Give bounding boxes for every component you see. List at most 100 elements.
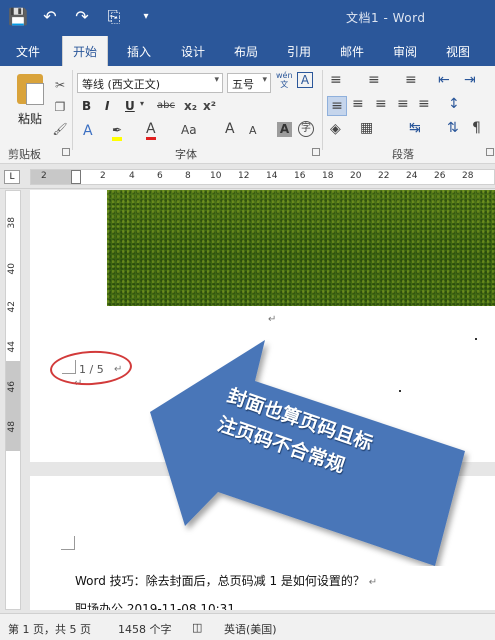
decrease-indent-icon[interactable]: ⇤ [438, 72, 450, 88]
change-case-button[interactable]: Aa [181, 123, 197, 137]
tab-home[interactable]: 开始 [62, 36, 109, 67]
tab-selector[interactable]: L [4, 170, 20, 184]
text-effects-icon[interactable]: A [83, 123, 93, 139]
ruler-tick: 14 [266, 171, 278, 181]
copy-icon[interactable]: ❐ [50, 96, 70, 118]
align-right-icon[interactable]: ≡ [375, 96, 387, 112]
line-spacing-icon[interactable]: ↕ [448, 96, 460, 112]
italic-button[interactable]: I [105, 99, 109, 113]
clipboard-launcher-icon[interactable] [62, 148, 70, 156]
document-canvas[interactable]: ↵ 1 / 5 ↵ ↵ 封面也算页码且标 注页码不合常规 Word 技巧：除去封… [30, 190, 495, 610]
proofing-icon[interactable]: ◫ [192, 621, 202, 634]
font-color-icon[interactable]: A [146, 122, 156, 140]
ribbon-tabs: 文件 开始 插入 设计 布局 引用 邮件 审阅 视图 [0, 36, 495, 67]
word-count-status[interactable]: 1458 个字 [118, 621, 172, 637]
increase-indent-icon[interactable]: ⇥ [464, 72, 476, 88]
clipboard-group-label: 剪贴板 [8, 148, 41, 161]
print-preview-icon[interactable]: ⎘ [104, 6, 124, 28]
numbering-icon[interactable]: ≡ [368, 72, 380, 88]
paragraph-mark: ↵ [268, 314, 277, 325]
customize-icon[interactable]: ▾ [136, 6, 156, 28]
ruler-tick: 28 [462, 171, 474, 181]
group-divider [72, 70, 73, 150]
chevron-down-icon[interactable]: ▾ [140, 99, 144, 108]
font-launcher-icon[interactable] [312, 148, 320, 156]
bottom-margin-area [6, 361, 20, 451]
sort-icon[interactable]: ⇅ [447, 120, 459, 136]
ruler-tick: 6 [157, 171, 163, 181]
align-center-icon[interactable]: ≡ [352, 96, 364, 112]
undo-icon[interactable]: ↶ [40, 6, 60, 28]
indent-marker[interactable] [71, 170, 81, 184]
body-line-2-text: 职场办公 2019-11-08 10:31 [75, 602, 235, 610]
bold-button[interactable]: B [82, 99, 91, 113]
ruler-tick: 42 [7, 301, 17, 313]
grow-font-button[interactable]: A [225, 121, 235, 137]
character-border-button[interactable]: A [297, 72, 313, 88]
chevron-down-icon: ▾ [262, 75, 267, 85]
character-shading-icon[interactable]: A [277, 122, 292, 137]
cover-image [107, 190, 495, 306]
tab-insert[interactable]: 插入 [127, 43, 151, 60]
highlight-icon[interactable]: ✒ [112, 123, 123, 141]
window-title: 文档1 - Word [346, 11, 426, 25]
ruler-tick: 22 [378, 171, 390, 181]
phonetic-guide-button[interactable]: wén 文 [276, 71, 293, 89]
body-line-2[interactable]: 职场办公 2019-11-08 10:31 [75, 594, 495, 610]
font-size-select[interactable]: 五号 ▾ [227, 73, 271, 93]
shading-icon[interactable]: ◈ [330, 121, 341, 137]
font-size-value: 五号 [232, 78, 254, 91]
strikethrough-button[interactable]: abc [157, 100, 175, 111]
underline-button[interactable]: U [125, 99, 135, 113]
multilevel-list-icon[interactable]: ≡ [405, 72, 417, 88]
tab-review[interactable]: 审阅 [393, 43, 417, 60]
font-name-value: 等线 (西文正文) [82, 78, 161, 91]
ruler-tick: 8 [185, 171, 191, 181]
tab-layout[interactable]: 布局 [234, 43, 258, 60]
horizontal-ruler[interactable]: 2 2 4 6 8 10 12 14 16 18 20 22 24 26 28 [30, 169, 495, 185]
paste-label: 粘贴 [17, 112, 42, 126]
font-name-select[interactable]: 等线 (西文正文) ▾ [77, 73, 223, 93]
left-margin-area [31, 170, 75, 184]
borders-icon[interactable]: ▦ [360, 120, 373, 136]
format-painter-icon[interactable]: 🖌 [50, 118, 70, 140]
ruler-tick: 16 [294, 171, 306, 181]
cut-icon[interactable]: ✂ [50, 74, 70, 96]
subscript-button[interactable]: x₂ [184, 99, 197, 113]
tab-file[interactable]: 文件 [16, 43, 40, 60]
vertical-ruler[interactable]: 38 40 42 44 46 48 [5, 190, 21, 610]
bullets-icon[interactable]: ≡ [330, 72, 342, 88]
show-marks-icon[interactable]: ¶ [472, 120, 481, 136]
tab-references[interactable]: 引用 [287, 43, 311, 60]
font-group-label: 字体 [175, 148, 197, 161]
ruler-tick: 2 [41, 171, 47, 181]
title-bar: 💾 ↶ ↷ ⎘ ▾ 文档1 - Word [0, 0, 495, 36]
ruler-tick: 12 [238, 171, 250, 181]
paragraph-mark: ↵ [368, 577, 378, 588]
distributed-icon[interactable]: ≡ [418, 96, 430, 112]
align-left-icon[interactable]: ≡ [327, 96, 347, 116]
ruler-row: L 2 2 4 6 8 10 12 14 16 18 20 22 24 26 2… [0, 165, 495, 189]
status-bar: 第 1 页，共 5 页 1458 个字 ◫ 英语(美国) [0, 613, 495, 640]
redo-icon[interactable]: ↷ [72, 6, 92, 28]
quick-access-toolbar: 💾 ↶ ↷ ⎘ ▾ [8, 6, 156, 28]
superscript-button[interactable]: x² [203, 99, 216, 113]
tab-mailings[interactable]: 邮件 [340, 43, 364, 60]
enclose-char-button[interactable]: 字 [298, 121, 314, 137]
tab-design[interactable]: 设计 [181, 43, 205, 60]
page-count-status[interactable]: 第 1 页，共 5 页 [8, 621, 91, 637]
clipboard-small-tools: ✂ ❐ 🖌 [50, 74, 70, 140]
language-status[interactable]: 英语(美国) [224, 621, 277, 637]
body-line-1[interactable]: Word 技巧：除去封面后，总页码减 1 是如何设置的？ ↵ [75, 572, 377, 589]
body-line-1-text: Word 技巧：除去封面后，总页码减 1 是如何设置的？ [75, 574, 365, 588]
ruler-tick: 10 [210, 171, 222, 181]
shrink-font-button[interactable]: A [249, 124, 257, 137]
paste-button[interactable]: 粘贴 [10, 74, 50, 127]
paragraph-launcher-icon[interactable] [486, 148, 494, 156]
ruler-tick: 20 [350, 171, 362, 181]
tab-view[interactable]: 视图 [446, 43, 470, 60]
ruler-tick: 48 [7, 421, 17, 433]
justify-icon[interactable]: ≡ [397, 96, 409, 112]
chinese-layout-icon[interactable]: ↹ [409, 120, 421, 136]
save-icon[interactable]: 💾 [8, 6, 28, 28]
